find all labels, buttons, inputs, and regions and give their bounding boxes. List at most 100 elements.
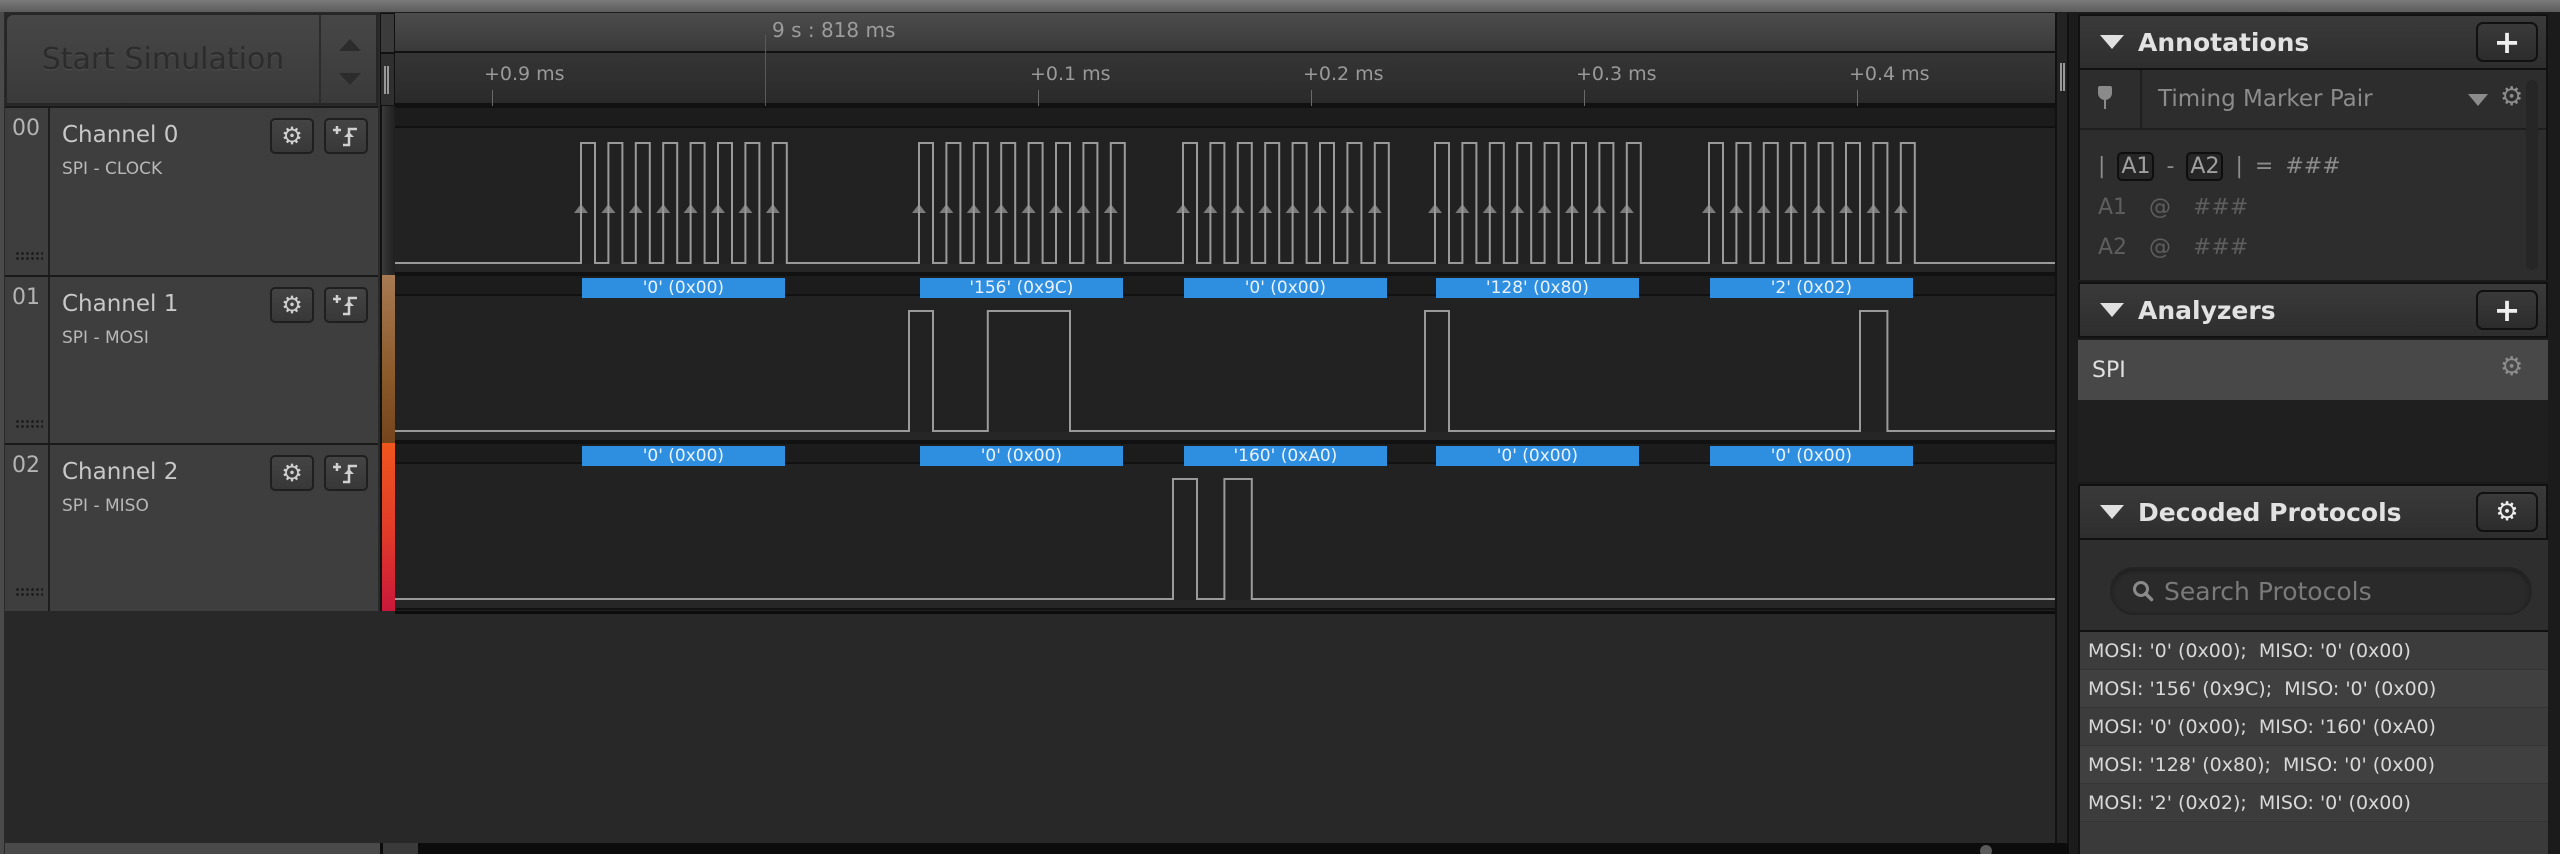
miso-trace xyxy=(395,478,2055,600)
resize-handle-icon[interactable] xyxy=(2060,63,2065,91)
arrow-down-icon[interactable] xyxy=(339,73,361,85)
gear-icon: ⚙ xyxy=(281,459,303,487)
decoded-protocol-item[interactable]: MOSI: '0' (0x00); MISO: '0' (0x00) xyxy=(2080,632,2548,670)
scrollbar-left-track xyxy=(5,843,380,854)
decoded-byte-label[interactable]: '0' (0x00) xyxy=(1184,278,1387,298)
horizontal-scrollbar[interactable] xyxy=(5,843,2069,854)
marker-name: A1 xyxy=(2098,195,2128,220)
channel-color-0 xyxy=(380,106,395,275)
gear-icon[interactable]: ⚙ xyxy=(2500,82,2523,112)
equals-sign: = xyxy=(2254,154,2274,179)
rising-edge-trigger-icon xyxy=(333,126,357,147)
arrow-up-icon[interactable] xyxy=(339,39,361,51)
decoded-protocol-item[interactable]: MOSI: '156' (0x9C); MISO: '0' (0x00) xyxy=(2080,670,2548,708)
zoom-slider-knob[interactable] xyxy=(1980,845,1992,854)
decoded-byte-label[interactable]: '0' (0x00) xyxy=(920,446,1123,466)
marker-pin-icon[interactable] xyxy=(2098,86,2112,109)
clock-trace xyxy=(395,142,2055,264)
search-protocols-field[interactable] xyxy=(2110,567,2532,615)
add-analyzer-button[interactable]: + xyxy=(2476,290,2538,330)
channel-row-0[interactable]: 00 Channel 0 SPI - CLOCK ⚙ xyxy=(5,106,378,275)
search-protocols-input[interactable] xyxy=(2164,576,2524,606)
at-sign: @ xyxy=(2149,195,2172,220)
panel-splitter[interactable] xyxy=(2055,13,2069,854)
timing-marker-row[interactable]: Timing Marker Pair ⚙ xyxy=(2080,70,2546,130)
time-origin-marker xyxy=(765,35,766,106)
decoded-protocol-item[interactable]: MOSI: '0' (0x00); MISO: '160' (0xA0) xyxy=(2080,708,2548,746)
gear-icon: ⚙ xyxy=(2495,497,2519,527)
channel-settings-button[interactable]: ⚙ xyxy=(270,455,314,491)
channel-row-1[interactable]: 01 Channel 1 SPI - MOSI ⚙ xyxy=(5,275,378,443)
decoded-protocols-header[interactable]: Decoded Protocols ⚙ xyxy=(2078,484,2548,540)
add-annotation-button[interactable]: + xyxy=(2476,22,2538,62)
annotations-scrollbar[interactable] xyxy=(2526,80,2538,270)
ruler-tick-label: +0.2 ms xyxy=(1303,63,1384,85)
resize-handle-icon[interactable] xyxy=(384,66,389,94)
ruler-tick-label: +0.3 ms xyxy=(1576,63,1657,85)
waveform-area[interactable]: '0' (0x00) '156' (0x9C) '0' (0x00) '128' (0… xyxy=(395,106,2055,611)
abs-bar-right: | xyxy=(2235,154,2243,179)
decoded-byte-label[interactable]: '0' (0x00) xyxy=(1436,446,1639,466)
channel-name[interactable]: Channel 1 xyxy=(62,291,178,317)
start-simulation-button[interactable]: Start Simulation xyxy=(5,13,320,105)
marker-a1-chip[interactable]: A1 xyxy=(2117,152,2155,181)
drag-grip-icon[interactable] xyxy=(15,587,43,597)
scrollbar-thumb[interactable] xyxy=(383,843,418,854)
decoded-byte-label[interactable]: '128' (0x80) xyxy=(1436,278,1639,298)
decoded-byte-label[interactable]: '2' (0x02) xyxy=(1710,278,1913,298)
decoded-protocol-item[interactable]: MOSI: '2' (0x02); MISO: '0' (0x00) xyxy=(2080,784,2548,822)
channel-settings-button[interactable]: ⚙ xyxy=(270,287,314,323)
ruler-tick-label: +0.9 ms xyxy=(484,63,565,85)
marker-a2-chip[interactable]: A2 xyxy=(2186,152,2224,181)
collapse-triangle-icon[interactable] xyxy=(2100,505,2124,519)
trigger-button[interactable] xyxy=(324,287,368,323)
channel-row-2[interactable]: 02 Channel 2 SPI - MISO ⚙ xyxy=(5,443,378,611)
marker-type-label[interactable]: Timing Marker Pair xyxy=(2158,86,2373,112)
ruler-tick xyxy=(492,90,493,106)
window-top-strip xyxy=(0,0,2560,12)
decoded-byte-label[interactable]: '0' (0x00) xyxy=(582,278,785,298)
channel-subtitle: SPI - MISO xyxy=(62,496,149,516)
decoded-byte-label[interactable]: '156' (0x9C) xyxy=(920,278,1123,298)
annotations-body: Timing Marker Pair ⚙ | A1 - A2 | = ### A… xyxy=(2078,70,2548,280)
start-options-stepper[interactable] xyxy=(320,13,378,105)
ruler-tick xyxy=(1584,90,1585,106)
timeline-ruler[interactable] xyxy=(395,53,2055,106)
dropdown-triangle-icon[interactable] xyxy=(2468,94,2488,106)
decoded-protocols-body: MOSI: '0' (0x00); MISO: '0' (0x00)MOSI: … xyxy=(2078,540,2548,854)
minus-sign: - xyxy=(2166,154,2175,179)
annotations-title: Annotations xyxy=(2138,27,2310,57)
decoded-byte-label[interactable]: '0' (0x00) xyxy=(1710,446,1913,466)
gear-icon: ⚙ xyxy=(281,291,303,319)
empty-channel-area xyxy=(5,611,395,843)
decoded-protocols-list[interactable]: MOSI: '0' (0x00); MISO: '0' (0x00) MOSI: … xyxy=(2080,630,2548,854)
trigger-button[interactable] xyxy=(324,455,368,491)
decoded-byte-label[interactable]: '160' (0xA0) xyxy=(1184,446,1387,466)
channel-settings-button[interactable]: ⚙ xyxy=(270,118,314,154)
annotations-header[interactable]: Annotations + xyxy=(2078,14,2548,70)
at-sign: @ xyxy=(2149,235,2172,260)
decoded-byte-label[interactable]: '0' (0x00) xyxy=(582,446,785,466)
channel-color-2 xyxy=(380,443,395,611)
analyzers-header[interactable]: Analyzers + xyxy=(2078,282,2548,338)
trigger-button[interactable] xyxy=(324,118,368,154)
marker-formula: | A1 - A2 | = ### xyxy=(2098,152,2341,181)
drag-grip-icon[interactable] xyxy=(15,251,43,261)
decoded-protocol-item[interactable]: MOSI: '128' (0x80); MISO: '0' (0x00) xyxy=(2080,746,2548,784)
ruler-left-handle[interactable] xyxy=(380,53,395,106)
analyzer-item-spi[interactable]: SPI ⚙ xyxy=(2078,340,2548,400)
waveform-traces xyxy=(395,142,2055,600)
drag-grip-icon[interactable] xyxy=(15,419,43,429)
analyzer-name: SPI xyxy=(2092,357,2126,383)
marker-delta-value: ### xyxy=(2285,154,2341,179)
channel-name[interactable]: Channel 2 xyxy=(62,459,178,485)
marker-a2-row: A2 @ ### xyxy=(2098,235,2248,260)
marker-time-value: ### xyxy=(2193,235,2249,260)
empty-waveform-area xyxy=(395,611,2055,843)
channel-name[interactable]: Channel 0 xyxy=(62,122,178,148)
collapse-triangle-icon[interactable] xyxy=(2100,303,2124,317)
collapse-triangle-icon[interactable] xyxy=(2100,35,2124,49)
abs-bar-left: | xyxy=(2098,154,2106,179)
decoded-protocols-settings-button[interactable]: ⚙ xyxy=(2476,492,2538,532)
gear-icon[interactable]: ⚙ xyxy=(2500,352,2523,382)
